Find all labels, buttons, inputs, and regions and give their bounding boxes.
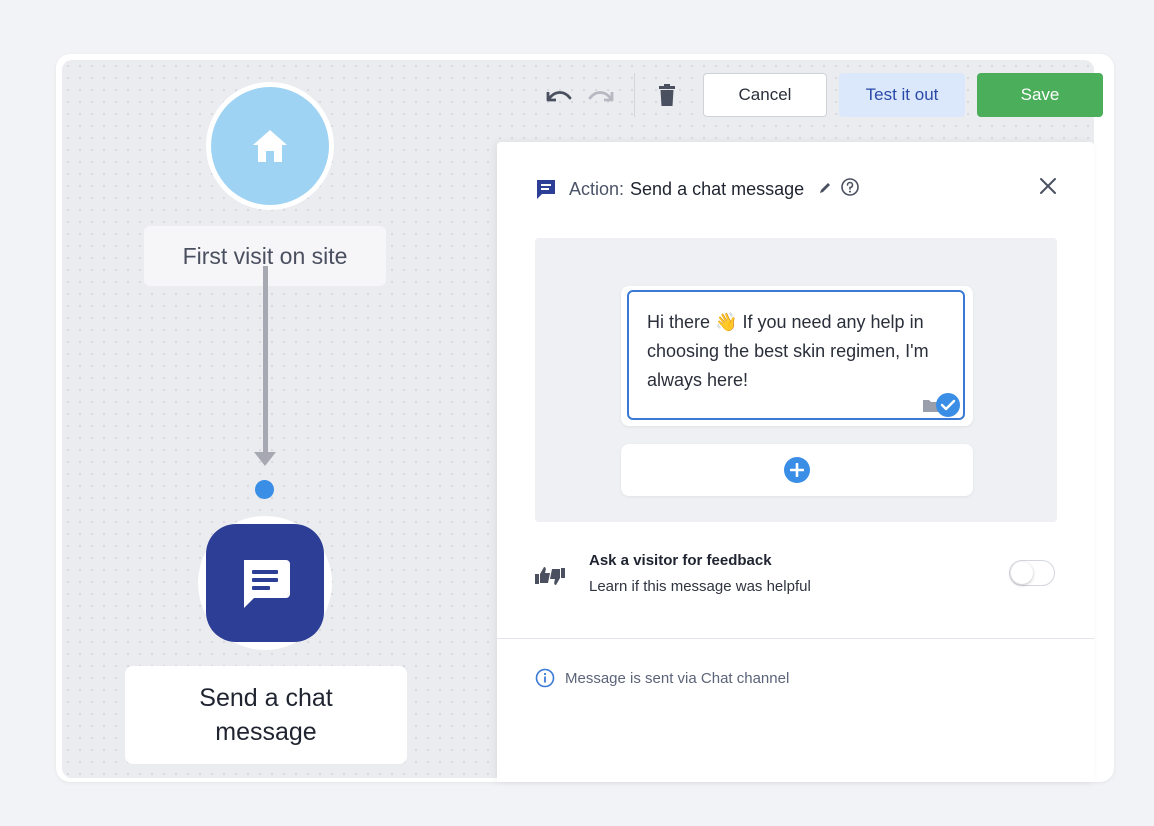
channel-info-text: Message is sent via Chat channel: [565, 669, 790, 687]
action-panel: Action: Send a chat message Hi there 👋 I…: [497, 142, 1094, 782]
connector-arrow-icon: [254, 452, 276, 466]
close-icon: [1040, 178, 1056, 194]
channel-info: Message is sent via Chat channel: [535, 668, 789, 688]
home-icon: [253, 130, 287, 162]
message-editor-area: Hi there 👋 If you need any help in choos…: [535, 238, 1057, 522]
test-button[interactable]: Test it out: [839, 73, 965, 117]
plus-icon: [790, 463, 804, 477]
save-button[interactable]: Save: [977, 73, 1103, 117]
panel-header-prefix: Action:: [569, 178, 625, 199]
undo-button[interactable]: [536, 73, 580, 117]
action-node-square: [206, 524, 324, 642]
edit-title-button[interactable]: [818, 179, 832, 200]
redo-icon: [588, 91, 614, 102]
feedback-toggle[interactable]: [1009, 560, 1055, 586]
trigger-node[interactable]: [206, 82, 334, 210]
cancel-button[interactable]: Cancel: [703, 73, 827, 117]
message-card: Hi there 👋 If you need any help in choos…: [621, 286, 973, 426]
action-label[interactable]: Send a chat message: [125, 666, 407, 764]
panel-divider: [497, 638, 1094, 639]
feedback-subtitle: Learn if this message was helpful: [589, 578, 811, 595]
info-icon: [535, 668, 555, 688]
help-icon: [841, 177, 859, 196]
toggle-knob: [1011, 562, 1033, 584]
panel-title: Send a chat message: [630, 178, 805, 199]
message-textbox[interactable]: Hi there 👋 If you need any help in choos…: [627, 290, 965, 420]
chat-message-icon: [537, 180, 555, 199]
redo-button[interactable]: [580, 73, 624, 117]
feedback-option: Ask a visitor for feedback Learn if this…: [533, 552, 1063, 602]
help-button[interactable]: [840, 177, 860, 202]
flow-connector: [263, 266, 268, 456]
trigger-node-circle: [211, 87, 329, 205]
panel-header: Action: Send a chat message: [535, 174, 860, 204]
pencil-icon: [820, 182, 831, 193]
toolbar-divider: [634, 73, 635, 117]
feedback-title: Ask a visitor for feedback: [589, 552, 772, 569]
add-message-row[interactable]: [621, 444, 973, 496]
add-message-button[interactable]: [784, 457, 810, 483]
chat-message-icon: [244, 560, 290, 608]
delete-button[interactable]: [645, 73, 689, 117]
check-badge-icon: [936, 393, 960, 417]
close-panel-button[interactable]: [1038, 176, 1058, 201]
undo-icon: [546, 91, 572, 102]
trash-icon: [659, 84, 675, 106]
thumbs-icon: [533, 564, 567, 593]
message-attachments[interactable]: [923, 392, 961, 418]
connection-point[interactable]: [255, 480, 274, 499]
toolbar: Cancel Test it out Save: [536, 72, 1103, 118]
action-node[interactable]: [198, 516, 332, 650]
